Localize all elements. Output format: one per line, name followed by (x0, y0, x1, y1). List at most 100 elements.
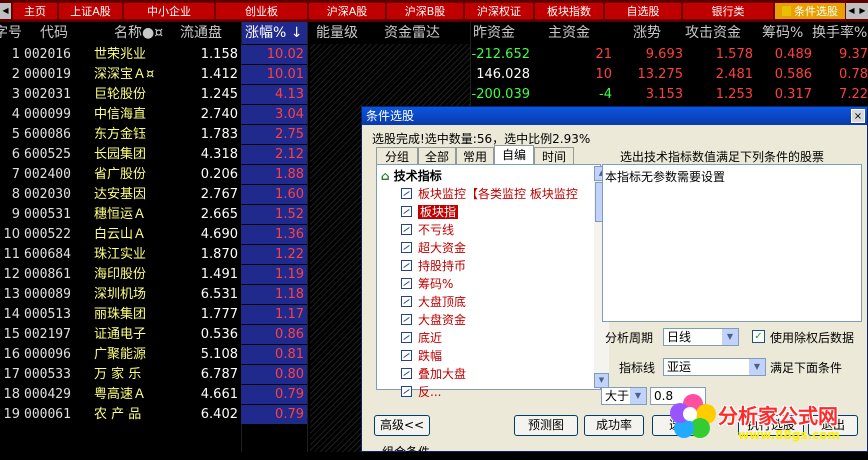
tab-condition-select[interactable]: 条件选股 (774, 2, 846, 20)
advanced-button[interactable]: 高级<< (374, 415, 430, 436)
col-prev-fund[interactable]: 昨资金 (473, 22, 533, 44)
tab-label: 沪深A股 (326, 5, 368, 18)
indicator-icon (401, 278, 412, 289)
dialog-title-bar[interactable]: 条件选股 (362, 107, 867, 125)
tree-root[interactable]: ⌂ 技术指标 (381, 167, 442, 184)
cell-zzj: 146.028 (476, 67, 530, 82)
chevron-down-icon[interactable]: ▼ (749, 359, 765, 375)
col-fund-radar[interactable]: 资金雷达 (384, 22, 454, 44)
tree-item-label: 跌幅 (418, 349, 443, 363)
col-turnover[interactable]: 换手率% (812, 22, 868, 44)
tab-sme[interactable]: 中小企业 (123, 2, 215, 20)
tree-item[interactable]: 超大资金 (401, 239, 466, 257)
tab-label: 板块指数 (547, 5, 591, 18)
tab-home[interactable]: 主页 (12, 2, 58, 20)
tree-item[interactable]: 大盘顶底 (401, 293, 466, 311)
preview-button[interactable]: 预测图 (514, 415, 578, 436)
cell-code: 000531 (24, 207, 71, 222)
tab-sh-a[interactable]: 上证A股 (58, 2, 123, 20)
cell-name: 农 产 品 (94, 407, 142, 422)
cell-pct: 1.36 (241, 225, 307, 244)
cell-name: 粤高速Ａ (94, 387, 147, 402)
tree-item-label: 持股持币 (418, 259, 467, 273)
col-energy[interactable]: 能量级 (316, 22, 376, 44)
operator-select[interactable]: 大于 ▼ (601, 387, 647, 405)
tree-item-label: 大盘顶底 (418, 295, 467, 309)
table-row[interactable]: 3 002031 巨轮股份 1.245 4.13 -200.039 -4 3.153 1.253… (0, 85, 868, 104)
tree-item-label: 叠加大盘 (418, 367, 467, 381)
cell-name: 长园集团 (94, 147, 147, 162)
cell-name: 珠江实业 (94, 247, 147, 262)
cell-ltp: 2.740 (200, 107, 238, 122)
tab-a-shares[interactable]: 沪深A股 (308, 2, 386, 20)
tab-label: 沪深权证 (477, 5, 521, 18)
close-icon[interactable]: × (851, 109, 865, 123)
cell-ltp: 4.318 (200, 147, 238, 162)
cell-name: 海印股份 (94, 267, 147, 282)
cell-ltp: 4.661 (200, 387, 238, 402)
tree-item[interactable]: 板块监控【各类监控 板块监控 (401, 185, 578, 203)
operator-value: 大于 (605, 389, 630, 403)
col-change-pct[interactable]: 涨幅% ↓ (241, 22, 307, 44)
tree-item[interactable]: 持股持币 (401, 257, 466, 275)
indicator-line-label: 指标线 (619, 361, 656, 375)
tab-scroll-left-icon[interactable]: ◀ (0, 3, 11, 19)
chevron-down-icon[interactable]: ▼ (722, 329, 738, 345)
tree-item[interactable]: 跌幅 (401, 347, 442, 365)
tab-b-shares[interactable]: 沪深B股 (386, 2, 464, 20)
tab-watchlist[interactable]: 自选股 (604, 2, 682, 20)
col-code[interactable]: 代码 (40, 22, 80, 44)
cell-ltp: 1.777 (200, 307, 238, 322)
tree-item[interactable]: 叠加大盘 (401, 365, 466, 383)
cell-n: 12 (3, 267, 20, 282)
chevron-down-icon[interactable]: ▼ (630, 388, 646, 404)
tab-scroll-right-icon[interactable]: ▶ (857, 3, 868, 19)
tab-all[interactable]: 全部 (418, 147, 456, 165)
col-seq[interactable]: 字号 (0, 22, 22, 44)
tree-item[interactable]: 大盘资金 (401, 311, 466, 329)
tab-time[interactable]: 时间 (534, 147, 574, 165)
cell-code: 000061 (24, 407, 71, 422)
tab-warrants[interactable]: 沪深权证 (464, 2, 534, 20)
site-logo: 分析家公式网 www.88gs.com (668, 390, 868, 452)
scroll-down-icon[interactable]: ▼ (594, 373, 609, 388)
cell-zzj: -212.652 (471, 47, 530, 62)
cell-name: 穗恒运Ａ (94, 207, 147, 222)
col-main-fund[interactable]: 主资金 (548, 22, 608, 44)
col-trend[interactable]: 涨势 (633, 22, 673, 44)
cell-code: 000096 (24, 347, 71, 362)
cell-name: 中信海直 (94, 107, 147, 122)
table-row[interactable]: 2 000019 深深宝Ａ¤ 1.412 10.01 146.028 10 13.275 2.4… (0, 65, 868, 84)
cell-pct: 2.75 (241, 125, 307, 144)
tab-scroll-left-icon[interactable]: ◀ (846, 3, 857, 19)
success-rate-button[interactable]: 成功率 (584, 415, 644, 436)
cell-name: 省广股份 (94, 167, 147, 182)
col-name[interactable]: 名称●¤ (114, 22, 174, 44)
tree-item[interactable]: 反... (401, 383, 441, 401)
tab-common[interactable]: 常用 (456, 147, 494, 165)
tree-item[interactable]: 不亏线 (401, 221, 454, 239)
tree-item[interactable]: 板块指 (401, 203, 459, 221)
tab-custom[interactable]: 自编 (494, 145, 534, 165)
tab-group[interactable]: 分组 (376, 147, 418, 165)
period-select[interactable]: 日线 ▼ (663, 328, 739, 346)
col-attack-fund[interactable]: 攻击资金 (685, 22, 755, 44)
tab-banks[interactable]: 银行类 (682, 2, 774, 20)
tab-gem[interactable]: 创业板 (215, 2, 308, 20)
tab-sector-index[interactable]: 板块指数 (534, 2, 604, 20)
cell-n: 7 (11, 167, 20, 182)
adjust-checkbox[interactable]: ✓ (752, 330, 765, 343)
cell-code: 000533 (24, 367, 71, 382)
tree-item[interactable]: 筹码% (401, 275, 453, 293)
cell-pct: 1.52 (241, 205, 307, 224)
cell-name: 广聚能源 (94, 347, 147, 362)
cell-name: 白云山Ａ (94, 227, 147, 242)
indicator-line-select[interactable]: 亚运 ▼ (663, 358, 766, 376)
tree-item[interactable]: 底近 (401, 329, 442, 347)
col-float-shares[interactable]: 流通盘 (180, 22, 240, 44)
table-row[interactable]: 1 002016 世荣兆业 1.158 10.02 -212.652 21 9.693 1.57… (0, 45, 868, 64)
col-chips[interactable]: 筹码% (762, 22, 812, 44)
tree-item-label: 不亏线 (418, 223, 455, 237)
cell-pct: 10.01 (241, 65, 307, 84)
selection-status: 选股完成!选中数量:56，选中比例2.93% (372, 132, 591, 146)
